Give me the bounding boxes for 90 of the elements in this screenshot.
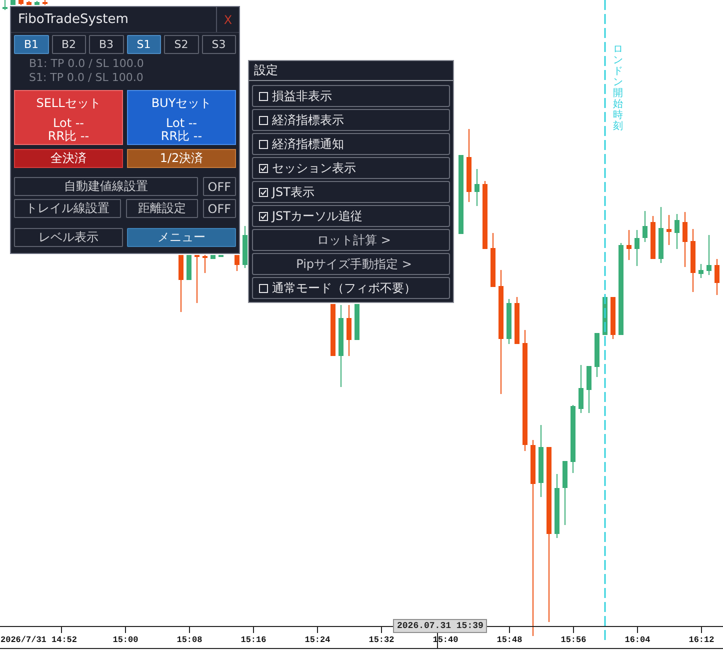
up-candle	[354, 304, 360, 340]
time-label: 15:00	[112, 635, 138, 645]
up-candle	[586, 366, 592, 414]
down-candle	[626, 230, 632, 260]
up-candle	[706, 234, 712, 276]
submenu-item[interactable]: Pipサイズ手動指定 >	[252, 253, 450, 275]
down-candle	[234, 254, 240, 272]
panel-title: FiboTradeSystem	[17, 11, 130, 29]
menu-item-label: 経済指標通知	[272, 136, 344, 152]
slot-tab[interactable]: S3	[202, 35, 236, 54]
tp-sl-info: B1: TP 0.0 / SL 100.0	[29, 57, 145, 71]
menu-button[interactable]: メニュー	[127, 228, 236, 247]
down-candle	[682, 212, 688, 268]
toggle-button[interactable]: OFF	[202, 177, 236, 196]
up-candle	[186, 255, 192, 280]
menu-item-label: セッション表示	[272, 160, 356, 176]
down-candle	[178, 254, 184, 312]
time-label: 15:08	[176, 635, 202, 645]
down-candle	[690, 228, 696, 292]
level-button[interactable]: レベル表示	[14, 228, 123, 247]
setting-button[interactable]: 距離設定	[126, 199, 198, 218]
slot-tab[interactable]: B3	[89, 35, 124, 54]
buy-set-button[interactable]: BUYセット Lot -- RR比 --	[127, 90, 236, 145]
down-candle	[666, 214, 672, 246]
down-candle	[346, 304, 352, 356]
down-candle	[490, 232, 496, 288]
menu-item-label: 損益非表示	[272, 88, 332, 104]
up-candle	[698, 264, 704, 278]
tp-sl-info: S1: TP 0.0 / SL 100.0	[29, 71, 144, 85]
up-candle	[642, 210, 648, 242]
close-all-button[interactable]: 全決済	[14, 149, 123, 168]
session-label: ロンドン開始時刻	[613, 44, 623, 132]
down-candle	[42, 0, 48, 6]
down-candle	[482, 180, 488, 250]
down-candle	[18, 0, 24, 6]
slot-tab[interactable]: S1	[126, 35, 161, 54]
down-candle	[650, 216, 656, 260]
checkbox-menu-item[interactable]: 経済指標表示	[252, 109, 450, 131]
slot-tab[interactable]: S2	[164, 35, 198, 54]
up-candle	[658, 206, 664, 264]
down-candle	[202, 254, 208, 274]
down-candle	[330, 304, 336, 356]
setting-button[interactable]: トレイル線設置	[14, 199, 122, 218]
menu-item-label: JST表示	[272, 184, 314, 200]
down-candle	[514, 296, 520, 344]
toggle-button[interactable]: OFF	[202, 199, 236, 218]
up-candle	[674, 214, 680, 250]
time-label: 15:32	[368, 635, 394, 645]
slot-tab[interactable]: B2	[52, 35, 86, 54]
down-candle	[26, 0, 32, 6]
time-label: 16:04	[624, 635, 650, 645]
up-candle	[578, 364, 584, 414]
checkbox-menu-item[interactable]: JSTカーソル追従	[252, 205, 450, 227]
up-candle	[594, 332, 600, 378]
checkbox-menu-item[interactable]: 通常モード（フィボ不要）	[252, 277, 450, 299]
checkbox-menu-item[interactable]: 損益非表示	[252, 85, 450, 107]
menu-item-label: 経済指標表示	[272, 112, 344, 128]
down-candle	[714, 258, 720, 296]
menu-item-label: 通常モード（フィボ不要）	[272, 280, 416, 296]
checkbox-menu-item[interactable]: JST表示	[252, 181, 450, 203]
crosshair-time-label: 2026.07.31 15:39	[393, 619, 488, 633]
down-candle	[194, 254, 200, 304]
time-label: 15:48	[496, 635, 522, 645]
up-candle	[474, 168, 480, 206]
up-candle	[570, 404, 576, 474]
menu-title: 設定	[254, 62, 278, 79]
slot-tab[interactable]: B1	[14, 35, 48, 54]
up-candle	[34, 0, 40, 6]
time-label: 15:16	[240, 635, 266, 645]
up-candle	[506, 298, 512, 344]
time-label: 16:12	[688, 635, 714, 645]
up-candle	[10, 0, 16, 5]
sell-set-button[interactable]: SELLセット Lot -- RR比 --	[14, 90, 123, 145]
close-half-button[interactable]: 1/2決済	[127, 149, 236, 168]
time-label: 2026/7/31 14:52	[0, 635, 78, 645]
setting-button[interactable]: 自動建値線設置	[14, 177, 198, 196]
checkbox-menu-item[interactable]: セッション表示	[252, 157, 450, 179]
submenu-item[interactable]: ロット計算 >	[252, 229, 450, 251]
down-candle	[610, 296, 616, 340]
menu-item-label: JSTカーソル追従	[272, 208, 362, 224]
up-candle	[242, 226, 248, 268]
up-candle	[210, 255, 216, 259]
up-candle	[562, 460, 568, 526]
up-candle	[554, 474, 560, 538]
up-candle	[602, 297, 608, 335]
checkbox-menu-item[interactable]: 経済指標通知	[252, 133, 450, 155]
up-candle	[2, 0, 8, 10]
time-label: 15:24	[304, 635, 330, 645]
up-candle	[634, 230, 640, 266]
time-label: 15:56	[560, 635, 586, 645]
